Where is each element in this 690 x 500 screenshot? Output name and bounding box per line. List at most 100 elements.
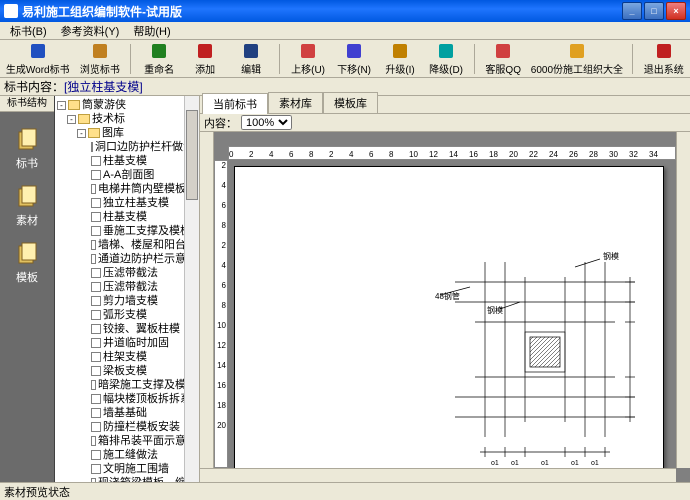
tree-leaf[interactable]: 铰接、翼板柱模	[57, 322, 197, 336]
right-panel: 当前标书 素材库 模板库 内容： 100% 024682468101214161…	[200, 96, 690, 482]
toolbar-label: 重命名	[144, 61, 174, 76]
tree-leaf[interactable]: 井道临时加固	[57, 336, 197, 350]
tree-leaf[interactable]: 幅块楼顶板拆拆系	[57, 392, 197, 406]
canvas-hscroll[interactable]	[200, 468, 676, 482]
tabs: 当前标书 素材库 模板库	[200, 96, 690, 114]
tree-leaf[interactable]: 墙基基础	[57, 406, 197, 420]
content-label: 标书内容：	[4, 78, 64, 95]
tree-node[interactable]: -图库	[57, 126, 197, 140]
toolbar-label: 客服QQ	[485, 61, 521, 76]
tree-leaf[interactable]: 墙梯、楼屋和阳台临	[57, 238, 197, 252]
tree-node[interactable]: -技术标	[57, 112, 197, 126]
document-stack-icon	[15, 183, 39, 209]
exit-icon	[655, 42, 673, 60]
tree-leaf[interactable]: 施工缝做法	[57, 448, 197, 462]
tree-leaf[interactable]: 电梯井筒内壁模板支	[57, 182, 197, 196]
dim-2: o1	[511, 460, 519, 467]
tab-material[interactable]: 素材库	[268, 92, 323, 113]
menu-bar: 标书(B) 参考资料(Y) 帮助(H)	[0, 22, 690, 40]
tree-leaf[interactable]: 洞口边防护栏杆做法示	[57, 140, 197, 154]
preview-icon	[91, 42, 109, 60]
qq-button[interactable]: 客服QQ	[483, 41, 523, 77]
word-icon	[29, 42, 47, 60]
toolbar-label: 上移(U)	[291, 61, 325, 76]
menu-biaoshu[interactable]: 标书(B)	[4, 22, 53, 40]
close-button[interactable]: ×	[666, 2, 686, 20]
toolbar-label: 浏览标书	[80, 61, 120, 76]
tree-leaf[interactable]: 独立柱基支模	[57, 196, 197, 210]
content-value: [独立柱基支模]	[64, 78, 143, 95]
tree-leaf[interactable]: 现浇箱梁模板、缩缝	[57, 476, 197, 482]
add-button[interactable]: 添加	[185, 41, 225, 77]
window-title: 易利施工组织编制软件-试用版	[22, 3, 182, 20]
panel-button-label: 素材	[16, 212, 38, 228]
panel-button[interactable]: 模板	[15, 240, 39, 285]
left-panel-header: 标书结构	[0, 96, 54, 112]
tab-current[interactable]: 当前标书	[202, 93, 268, 114]
tree-leaf[interactable]: 柱基支模	[57, 210, 197, 224]
dim-5: o1	[591, 460, 599, 467]
toolbar-label: 降级(D)	[429, 61, 463, 76]
edit-button[interactable]: 编辑	[231, 41, 271, 77]
zoom-select[interactable]: 100%	[241, 115, 292, 130]
document-stack-icon	[15, 126, 39, 152]
panel-button[interactable]: 素材	[15, 183, 39, 228]
rename-button[interactable]: 重命名	[139, 41, 179, 77]
add-icon	[196, 42, 214, 60]
tree-leaf[interactable]: 梁板支模	[57, 364, 197, 378]
toolbar-label: 添加	[195, 61, 215, 76]
tree-leaf[interactable]: 通道边防护栏示意图	[57, 252, 197, 266]
word-button[interactable]: 生成Word标书	[4, 41, 72, 77]
panel-button[interactable]: 标书	[15, 126, 39, 171]
tab-template[interactable]: 模板库	[323, 92, 378, 113]
tree-leaf[interactable]: 弧形支模	[57, 308, 197, 322]
down-button[interactable]: 下移(N)	[334, 41, 374, 77]
tree-leaf[interactable]: 文明施工围墙	[57, 462, 197, 476]
library-button[interactable]: 6000份施工组织大全	[529, 41, 624, 77]
tree-root[interactable]: -筒蒙游侠	[57, 98, 197, 112]
panel-button-label: 模板	[16, 269, 38, 285]
dim-1: o1	[491, 460, 499, 467]
label-steel-form-2: 钢模	[487, 305, 503, 315]
minimize-button[interactable]: _	[622, 2, 642, 20]
tree-leaf[interactable]: 防撞栏模板安装	[57, 420, 197, 434]
tree-leaf[interactable]: 压滤带截法	[57, 266, 197, 280]
left-panel: 标书结构 标书素材模板	[0, 96, 55, 482]
tree-leaf[interactable]: 压滤带截法	[57, 280, 197, 294]
page-canvas[interactable]: 钢模 48钢管 钢模 o1 o1 o1 o1 o1 独立柱基支模	[234, 166, 664, 482]
status-text: 素材预览状态	[4, 484, 70, 500]
tree-leaf[interactable]: A-A剖面图	[57, 168, 197, 182]
toolbar-label: 生成Word标书	[6, 61, 70, 76]
technical-drawing: 钢模 48钢管 钢模 o1 o1 o1 o1 o1 独立柱基支模	[435, 247, 655, 482]
vertical-ruler: 24682468101214161820	[214, 160, 228, 468]
canvas-vscroll[interactable]	[676, 132, 690, 468]
dim-4: o1	[571, 460, 579, 467]
qq-icon	[494, 42, 512, 60]
label-steel-pipe: 48钢管	[435, 291, 460, 301]
promote-icon	[391, 42, 409, 60]
promote-button[interactable]: 升级(I)	[380, 41, 420, 77]
tree-leaf[interactable]: 垂施工支撑及模板	[57, 224, 197, 238]
tree-leaf[interactable]: 柱架支模	[57, 350, 197, 364]
tree-leaf[interactable]: 剪力墙支模	[57, 294, 197, 308]
demote-button[interactable]: 降级(D)	[426, 41, 466, 77]
preview-button[interactable]: 浏览标书	[78, 41, 123, 77]
canvas-area: 02468246810121416182022242628303234 2468…	[200, 132, 690, 482]
toolbar-label: 升级(I)	[385, 61, 414, 76]
side-toolbar	[200, 132, 214, 482]
edit-icon	[242, 42, 260, 60]
menu-cankaoziliao[interactable]: 参考资料(Y)	[55, 22, 126, 40]
status-bar: 素材预览状态	[0, 482, 690, 500]
tree-leaf[interactable]: 暗梁施工支撑及模板	[57, 378, 197, 392]
tree-scrollbar[interactable]	[184, 96, 199, 482]
horizontal-ruler: 02468246810121416182022242628303234	[228, 146, 676, 160]
tree-leaf[interactable]: 柱基支模	[57, 154, 197, 168]
zoom-label: 内容：	[204, 115, 237, 131]
exit-button[interactable]: 退出系统	[641, 41, 686, 77]
tree-leaf[interactable]: 箱排吊装平面示意图	[57, 434, 197, 448]
maximize-button[interactable]: □	[644, 2, 664, 20]
menu-help[interactable]: 帮助(H)	[127, 22, 176, 40]
up-button[interactable]: 上移(U)	[288, 41, 328, 77]
label-steel-form-1: 钢模	[603, 251, 619, 261]
toolbar-label: 退出系统	[644, 61, 684, 76]
